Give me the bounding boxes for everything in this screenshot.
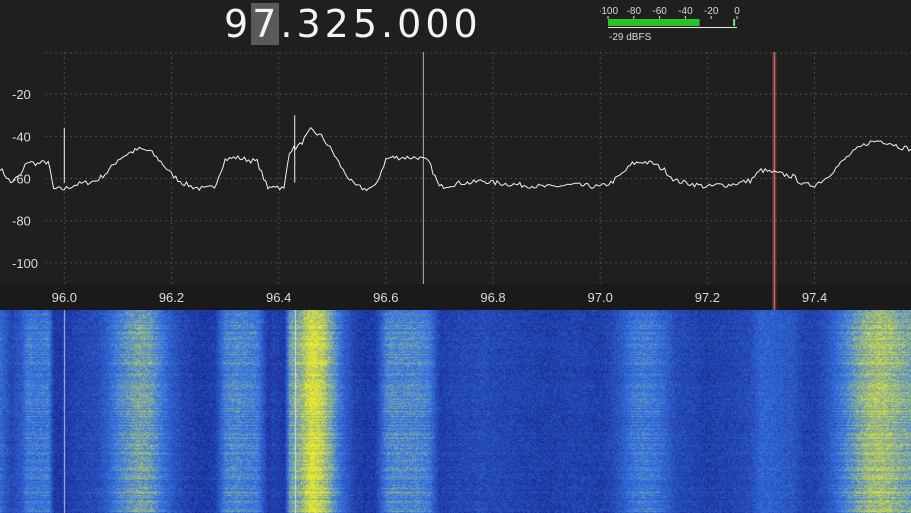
frequency-separator: .: [381, 2, 396, 46]
x-tick-label: 96.8: [480, 290, 505, 305]
spectrum-plot[interactable]: -20-40-60-80-10096.0 96.2 96.4 96.6 96.8 97.0…: [0, 52, 911, 310]
top-bar: 97.325.000 -100-80-60-40-200 -29 dBFS: [0, 0, 911, 52]
level-meter-scale: -100 -80 -60 -40 -20 0: [600, 6, 740, 28]
frequency-display[interactable]: 97.325.000: [223, 3, 481, 45]
frequency-digit[interactable]: 0: [453, 3, 481, 45]
frequency-digit[interactable]: 5: [352, 3, 380, 45]
grid: [45, 52, 911, 284]
x-tick-label: 96.4: [266, 290, 291, 305]
x-tick-label: 96.2: [159, 290, 184, 305]
x-tick-label: 96.0: [52, 290, 77, 305]
frequency-digit[interactable]: 2: [324, 3, 352, 45]
x-tick-label: 97.4: [802, 290, 827, 305]
frequency-digit[interactable]: 7: [251, 3, 280, 45]
meter-scale-label: -60: [652, 6, 667, 17]
x-tick-label: 97.0: [588, 290, 613, 305]
meter-scale-label: -20: [704, 6, 719, 17]
level-bar: [608, 19, 700, 26]
frequency-separator: .: [280, 2, 295, 46]
meter-scale-label: -100: [600, 6, 618, 17]
level-readout: -29 dBFS: [609, 32, 652, 43]
y-tick-label: -80: [12, 214, 31, 229]
y-tick-label: -20: [12, 87, 31, 102]
y-tick-label: -40: [12, 129, 31, 144]
frequency-digit[interactable]: 3: [295, 3, 323, 45]
x-tick-label: 96.6: [373, 290, 398, 305]
level-peak-marker: [733, 19, 736, 26]
sdr-receiver-app: 97.325.000 -100-80-60-40-200 -29 dBFS -2…: [0, 0, 911, 513]
frequency-digit[interactable]: 0: [396, 3, 424, 45]
signal-level-meter: -100 -80 -60 -40 -20 0 -29 dBFS: [600, 4, 745, 46]
meter-scale-label: -80: [627, 6, 642, 17]
meter-scale-label: -40: [678, 6, 693, 17]
frequency-digit[interactable]: 0: [424, 3, 452, 45]
y-tick-label: -100: [12, 256, 38, 271]
frequency-digit[interactable]: 9: [223, 3, 251, 45]
waterfall-display[interactable]: [0, 310, 911, 513]
x-tick-label: 97.2: [695, 290, 720, 305]
meter-scale-label: 0: [734, 6, 740, 17]
